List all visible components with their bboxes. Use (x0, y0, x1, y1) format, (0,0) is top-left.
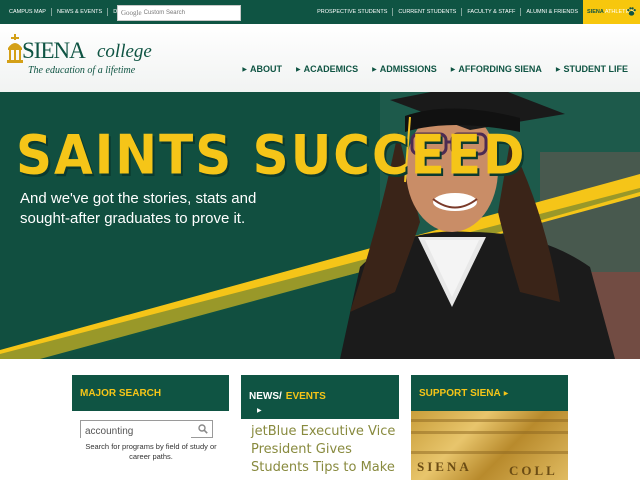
nav-label: ABOUT (249, 64, 282, 74)
image-band (411, 419, 568, 422)
site-header: SIENA college The education of a lifetim… (0, 24, 640, 92)
google-label: Google (121, 9, 142, 17)
nav-item-affording-siena[interactable]: ▶ AFFORDING SIENA (451, 64, 542, 74)
major-search-help: Search for programs by field of study or… (85, 442, 217, 461)
support-siena-image[interactable]: SIENA COLL (411, 411, 568, 480)
nav-label: STUDENT LIFE (563, 64, 629, 74)
hero-title: SAINTS SUCCEED (16, 124, 527, 187)
athletics-link[interactable]: SIENA ATHLETICS (583, 0, 640, 24)
search-icon[interactable] (198, 424, 208, 434)
events-tab[interactable]: EVENTS (286, 391, 326, 402)
plate-text-right: COLL (509, 463, 558, 478)
audience-link-current[interactable]: Current Students (393, 8, 463, 16)
support-siena-panel: SUPPORT SIENA ▶ SIENA COLL (411, 375, 568, 480)
image-band (411, 431, 568, 434)
news-events-header: NEWS/EVENTS ▶ (241, 375, 399, 419)
utility-link-campus-map[interactable]: Campus Map (4, 8, 52, 16)
image-band (411, 451, 568, 454)
support-arrow-icon: ▶ (503, 390, 509, 397)
support-siena-heading: SUPPORT SIENA (419, 387, 501, 399)
support-siena-header[interactable]: SUPPORT SIENA ▶ (411, 375, 568, 411)
news-tab[interactable]: NEWS/ (249, 391, 282, 402)
hero-subtitle: And we've got the stories, stats and sou… (20, 190, 257, 227)
audience-link-prospective[interactable]: Prospective Students (312, 8, 394, 16)
top-utility-bar: Campus Map News & Events Directory Googl… (0, 0, 640, 24)
main-navigation: ▶ ABOUT ▶ ACADEMICS ▶ ADMISSIONS ▶ AFFOR… (228, 64, 628, 74)
major-search-header: MAJOR SEARCH (72, 375, 229, 411)
paw-icon (627, 7, 636, 16)
major-search-panel: MAJOR SEARCH Search for programs by fiel… (72, 375, 229, 480)
major-search-input[interactable] (81, 423, 191, 440)
athletics-label-siena: SIENA (587, 9, 604, 15)
utility-link-news-events[interactable]: News & Events (52, 8, 109, 16)
audience-links: Prospective Students Current Students Fa… (312, 0, 583, 24)
nav-label: ACADEMICS (303, 64, 359, 74)
nav-item-student-life[interactable]: ▶ STUDENT LIFE (556, 64, 628, 74)
nav-arrow-icon: ▶ (242, 66, 247, 73)
major-search-field[interactable] (80, 420, 213, 440)
major-search-heading: MAJOR SEARCH (80, 387, 162, 399)
logo-tagline: The education of a lifetime (28, 65, 136, 76)
nav-arrow-icon: ▶ (372, 66, 377, 73)
hero-banner[interactable]: SAINTS SUCCEED And we've got the stories… (0, 92, 640, 359)
site-search-input[interactable]: Google Custom Search (117, 5, 241, 21)
nav-item-about[interactable]: ▶ ABOUT (242, 64, 282, 74)
nav-arrow-icon: ▶ (555, 66, 561, 73)
logo-college-text[interactable]: college (97, 41, 152, 63)
nav-label: ADMISSIONS (379, 64, 437, 74)
nav-arrow-icon: ▶ (295, 66, 301, 73)
news-events-panel: NEWS/EVENTS ▶ jetBlue Executive Vice Pre… (241, 375, 399, 480)
nav-item-academics[interactable]: ▶ ACADEMICS (296, 64, 358, 74)
news-headline-link[interactable]: jetBlue Executive Vice President Gives S… (251, 423, 396, 477)
news-arrow-icon[interactable]: ▶ (257, 407, 399, 414)
audience-link-alumni[interactable]: Alumni & Friends (521, 8, 583, 16)
audience-link-faculty[interactable]: Faculty & Staff (462, 8, 522, 16)
logo-siena-text[interactable]: SIENA (22, 38, 86, 64)
search-placeholder: Custom Search (143, 10, 185, 16)
nav-item-admissions[interactable]: ▶ ADMISSIONS (372, 64, 437, 74)
nav-arrow-icon: ▶ (450, 66, 456, 73)
nav-label: AFFORDING SIENA (458, 64, 542, 74)
plate-text-left: SIENA (417, 459, 472, 474)
